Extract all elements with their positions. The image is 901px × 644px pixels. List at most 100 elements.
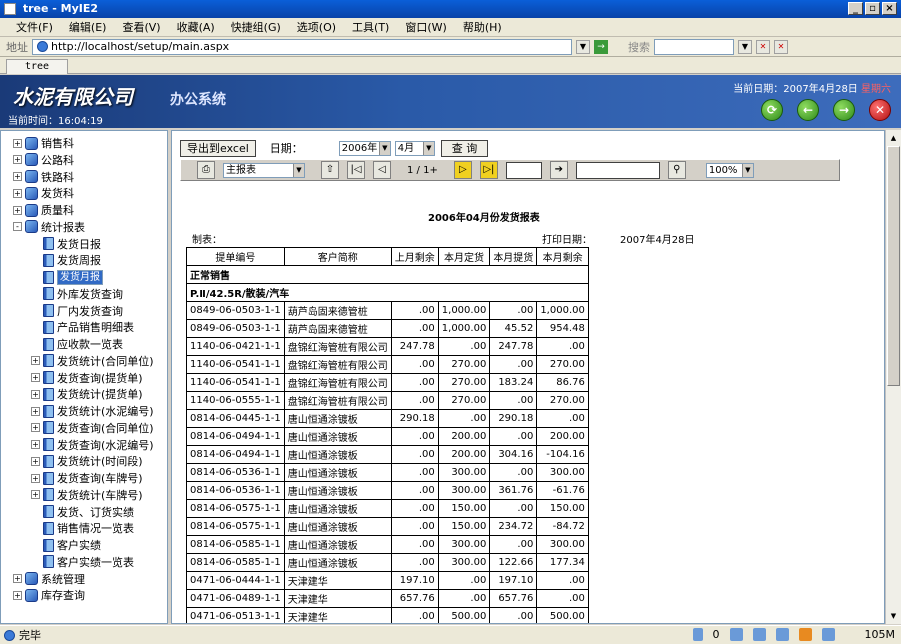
menu-item[interactable]: 窗口(W): [397, 18, 454, 36]
tree-item[interactable]: + 铁路科: [13, 169, 74, 185]
tree-item[interactable]: 产品销售明细表: [31, 319, 134, 335]
expand-icon[interactable]: +: [13, 172, 22, 181]
export-excel-button[interactable]: 导出到excel: [180, 139, 256, 157]
tree-item[interactable]: + 发货统计(提货单): [31, 386, 143, 402]
tree-item[interactable]: + 发货统计(车牌号): [31, 487, 143, 503]
forward-icon[interactable]: →: [833, 99, 855, 121]
search-input[interactable]: [654, 38, 734, 55]
tree-item[interactable]: + 发货统计(水泥编号): [31, 403, 154, 419]
find-text-input[interactable]: [575, 161, 660, 179]
tree-item[interactable]: + 发货统计(时间段): [31, 453, 143, 469]
menu-item[interactable]: 编辑(E): [61, 18, 115, 36]
month-select[interactable]: 4月 ▼: [394, 140, 435, 156]
gear-icon[interactable]: [798, 628, 812, 641]
expand-icon[interactable]: +: [13, 205, 22, 215]
tree-item[interactable]: + 发货查询(水泥编号): [31, 437, 154, 453]
expand-icon[interactable]: +: [13, 155, 22, 165]
table-cell: 唐山恒通涂镀板: [283, 427, 392, 446]
popup-icon[interactable]: [692, 628, 703, 641]
expand-icon[interactable]: +: [31, 456, 40, 466]
first-page-icon[interactable]: |◁: [347, 161, 365, 179]
menu-item[interactable]: 文件(F): [8, 18, 61, 36]
up-icon[interactable]: ⇧: [321, 161, 339, 179]
next-page-icon[interactable]: ▷: [453, 161, 472, 179]
tree-item[interactable]: 应收款一览表: [31, 336, 123, 352]
tree-item[interactable]: + 系统管理: [13, 571, 85, 587]
tree-item[interactable]: + 发货科: [13, 185, 74, 201]
close-button[interactable]: ×: [882, 2, 897, 15]
expand-icon[interactable]: +: [31, 490, 40, 500]
tree-item[interactable]: 客户实绩: [31, 537, 101, 553]
restore-button[interactable]: ▫: [865, 2, 880, 15]
last-page-icon[interactable]: ▷|: [479, 161, 498, 179]
menu-item[interactable]: 帮助(H): [455, 18, 510, 36]
close-tab-icon[interactable]: ✕: [774, 39, 788, 54]
table-cell: .00: [437, 337, 491, 356]
back-icon[interactable]: ←: [797, 99, 819, 121]
refresh-icon[interactable]: ⟳: [761, 99, 783, 121]
collapse-icon[interactable]: -: [13, 222, 22, 232]
expand-icon[interactable]: +: [31, 373, 40, 382]
table-row: 0849-06-0503-1-1 葫芦岛固来德管桩 .00 1,000.00.00 1,…: [186, 301, 589, 320]
scroll-down-icon[interactable]: ▼: [887, 609, 900, 623]
vertical-scrollbar[interactable]: ▲ ▼: [885, 130, 901, 624]
tool-icon-4[interactable]: [821, 628, 835, 641]
minimize-button[interactable]: _: [848, 2, 863, 15]
scroll-thumb[interactable]: [887, 146, 900, 386]
year-select[interactable]: 2006年 ▼: [338, 140, 391, 156]
chevron-down-icon: ▼: [378, 141, 390, 155]
tree-item[interactable]: + 库存查询: [13, 587, 85, 603]
tree-item[interactable]: 发货月报: [31, 269, 103, 285]
tree-item[interactable]: + 质量科: [13, 202, 74, 218]
tool-icon-3[interactable]: [775, 628, 789, 641]
tree-item[interactable]: + 发货统计(合同单位): [31, 353, 154, 369]
table-cell: .00: [390, 607, 439, 623]
scroll-up-icon[interactable]: ▲: [887, 131, 900, 145]
address-dropdown-icon[interactable]: ▼: [576, 39, 590, 54]
expand-icon[interactable]: +: [31, 423, 40, 433]
expand-icon[interactable]: +: [13, 138, 22, 148]
expand-icon[interactable]: +: [31, 406, 40, 416]
tree-item[interactable]: 发货周报: [31, 252, 101, 268]
prev-page-icon[interactable]: ◁: [373, 161, 391, 179]
tree-item[interactable]: 客户实绩一览表: [31, 554, 134, 570]
stop-icon[interactable]: ✕: [756, 39, 770, 54]
tree-item[interactable]: + 公路科: [13, 152, 74, 168]
tree-item[interactable]: 发货日报: [31, 236, 101, 252]
tree-item[interactable]: - 统计报表: [13, 219, 85, 235]
tree-item[interactable]: + 销售科: [13, 135, 74, 151]
tree-item[interactable]: 销售情况一览表: [31, 520, 134, 536]
tree-item[interactable]: + 发货查询(提货单): [31, 370, 143, 386]
goto-page-input[interactable]: [505, 161, 542, 179]
expand-icon[interactable]: +: [13, 590, 22, 600]
zoom-select[interactable]: 100% ▼: [705, 162, 754, 178]
tree-item[interactable]: + 发货查询(合同单位): [31, 420, 154, 436]
address-input[interactable]: http://localhost/setup/main.aspx: [32, 38, 572, 55]
tab-tree[interactable]: tree: [6, 59, 68, 74]
tool-icon-1[interactable]: [729, 628, 743, 641]
exit-icon[interactable]: ✕: [869, 99, 891, 121]
expand-icon[interactable]: +: [13, 574, 22, 583]
expand-icon[interactable]: +: [31, 473, 40, 483]
expand-icon[interactable]: +: [31, 440, 40, 449]
goto-page-icon[interactable]: ➔: [549, 161, 568, 179]
menu-item[interactable]: 查看(V): [114, 18, 168, 36]
query-button[interactable]: 查 询: [440, 139, 489, 157]
binoculars-icon[interactable]: ⚲: [667, 161, 686, 179]
tree-item[interactable]: 外库发货查询: [31, 286, 123, 302]
expand-icon[interactable]: +: [31, 389, 40, 399]
report-select[interactable]: 主报表 ▼: [223, 162, 305, 178]
search-dropdown-icon[interactable]: ▼: [738, 39, 752, 54]
tree-item[interactable]: 厂内发货查询: [31, 303, 123, 319]
menu-item[interactable]: 收藏(A): [169, 18, 223, 36]
go-icon[interactable]: →: [594, 39, 608, 54]
menu-item[interactable]: 工具(T): [344, 18, 397, 36]
menu-item[interactable]: 快捷组(G): [223, 18, 289, 36]
tree-item[interactable]: 发货、订货实绩: [31, 504, 134, 520]
print-icon[interactable]: ⎙: [197, 161, 215, 179]
menu-item[interactable]: 选项(O): [289, 18, 344, 36]
tree-item[interactable]: + 发货查询(车牌号): [31, 470, 143, 486]
expand-icon[interactable]: +: [31, 356, 40, 366]
expand-icon[interactable]: +: [13, 188, 22, 198]
tool-icon-2[interactable]: [752, 628, 766, 641]
